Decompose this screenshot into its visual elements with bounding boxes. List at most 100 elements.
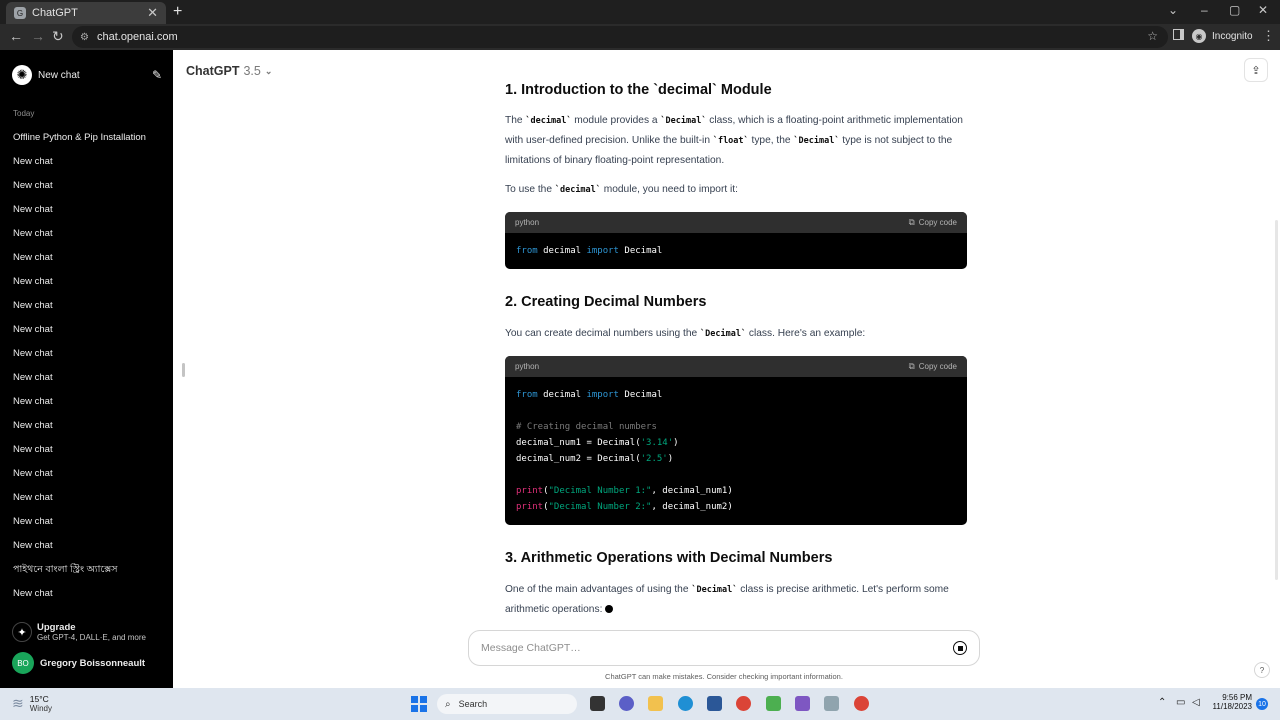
- code-comment: # Creating decimal numbers: [516, 422, 657, 432]
- weather-widget[interactable]: ≋ 15°C Windy: [12, 694, 52, 713]
- text: The: [505, 115, 526, 126]
- incognito-icon: ◉: [1192, 29, 1206, 43]
- chat-history-item[interactable]: New chat: [0, 270, 173, 294]
- chat-history-item[interactable]: New chat: [0, 462, 173, 486]
- sidebar-section-today: Today: [13, 109, 35, 118]
- forward-icon[interactable]: →: [31, 28, 45, 44]
- text: module provides a: [571, 115, 661, 126]
- scrollbar[interactable]: [1275, 220, 1278, 580]
- clock-date: 11/18/2023: [1212, 702, 1252, 711]
- upgrade-title: Upgrade: [37, 622, 76, 633]
- network-icon[interactable]: ▭: [1176, 697, 1185, 708]
- site-info-icon[interactable]: ⚙: [80, 32, 89, 43]
- chat-history-item[interactable]: New chat: [0, 318, 173, 342]
- inline-code: `Decimal`: [691, 585, 738, 595]
- chat-history-item[interactable]: New chat: [0, 390, 173, 414]
- code-header: python ⧉ Copy code: [505, 356, 967, 377]
- tab-search-icon[interactable]: ⌄: [1168, 3, 1178, 17]
- new-tab-button[interactable]: +: [173, 3, 182, 21]
- code-text: decimal_num1 = Decimal(: [516, 438, 641, 448]
- inline-code: `Decimal`: [793, 136, 840, 146]
- minimize-icon[interactable]: –: [1201, 3, 1208, 17]
- message-input[interactable]: [481, 642, 953, 654]
- incognito-indicator[interactable]: ◉ Incognito: [1192, 29, 1253, 43]
- code-function: print: [516, 486, 544, 496]
- chat-history-item[interactable]: New chat: [0, 174, 173, 198]
- new-chat-button[interactable]: ✺ New chat ✎: [12, 64, 162, 86]
- task-view-icon[interactable]: [590, 696, 605, 711]
- sidebar-toggle-handle[interactable]: [182, 363, 185, 377]
- browser-tab-bar: G ChatGPT ✕ + ⌄ – ▢ ✕: [0, 0, 1280, 24]
- side-panel-icon[interactable]: [1173, 29, 1184, 40]
- copy-code-button[interactable]: ⧉ Copy code: [909, 361, 957, 372]
- chat-history-item[interactable]: Offline Python & Pip Installation: [0, 126, 173, 150]
- edge-icon[interactable]: [678, 696, 693, 711]
- taskbar-search[interactable]: ⌕ Search: [437, 694, 577, 714]
- stop-square: [957, 645, 963, 651]
- text: type, the: [748, 135, 794, 146]
- file-explorer-icon[interactable]: [648, 696, 663, 711]
- store-icon[interactable]: [707, 696, 722, 711]
- upgrade-button[interactable]: ✦ Upgrade Get GPT-4, DALL·E, and more: [12, 622, 146, 642]
- windows-start-icon[interactable]: [411, 696, 427, 712]
- code-language: python: [515, 362, 540, 371]
- chat-history-item[interactable]: New chat: [0, 438, 173, 462]
- user-name: Gregory Boissonneault: [40, 657, 146, 669]
- chat-history-item[interactable]: New chat: [0, 222, 173, 246]
- chat-history-item[interactable]: New chat: [0, 486, 173, 510]
- text: You can create decimal numbers using the: [505, 328, 700, 339]
- tab-chatgpt[interactable]: G ChatGPT ✕: [6, 2, 166, 24]
- notification-badge[interactable]: 10: [1256, 698, 1268, 710]
- chat-history-item[interactable]: New chat: [0, 414, 173, 438]
- app-icon[interactable]: [824, 696, 839, 711]
- user-menu[interactable]: BO Gregory Boissonneault: [12, 652, 145, 674]
- back-icon[interactable]: ←: [9, 28, 23, 44]
- address-bar[interactable]: ⚙ chat.openai.com ☆: [72, 26, 1168, 48]
- sidebar: ✺ New chat ✎ Today Offline Python & Pip …: [0, 50, 173, 688]
- url-text: chat.openai.com: [96, 31, 178, 43]
- chrome-icon[interactable]: [736, 696, 751, 711]
- tab-close-icon[interactable]: ✕: [147, 5, 158, 21]
- stop-icon[interactable]: [953, 641, 967, 655]
- copy-code-button[interactable]: ⧉ Copy code: [909, 217, 957, 228]
- code-text: decimal_num2 = Decimal(: [516, 454, 641, 464]
- disclaimer: ChatGPT can make mistakes. Consider chec…: [605, 672, 843, 681]
- chat-history-item[interactable]: New chat: [0, 366, 173, 390]
- share-icon[interactable]: ⇪: [1244, 58, 1268, 82]
- volume-icon[interactable]: ◁: [1192, 697, 1200, 708]
- help-icon[interactable]: ?: [1254, 662, 1270, 678]
- browser-menu-icon[interactable]: ⋮: [1262, 28, 1275, 44]
- chat-history-item[interactable]: পাইথনে বাংলা স্ট্রিং অ্যাক্সেস: [0, 558, 173, 582]
- reload-icon[interactable]: ↻: [52, 28, 64, 45]
- tray-chevron-icon[interactable]: ⌃: [1158, 697, 1166, 708]
- chrome-active-icon[interactable]: [854, 696, 869, 711]
- app-icon[interactable]: [766, 696, 781, 711]
- chat-app-icon[interactable]: [619, 696, 634, 711]
- model-selector[interactable]: ChatGPT 3.5 ⌄: [186, 64, 272, 78]
- paragraph: The `decimal` module provides a `Decimal…: [505, 111, 967, 170]
- chat-history-item[interactable]: New chat: [0, 534, 173, 558]
- chat-history-item[interactable]: New chat: [0, 342, 173, 366]
- inline-code: `Decimal`: [700, 329, 747, 339]
- chat-history-item[interactable]: New chat: [0, 294, 173, 318]
- bookmark-star-icon[interactable]: ☆: [1147, 29, 1158, 43]
- chat-history-item[interactable]: New chat: [0, 246, 173, 270]
- paragraph: You can create decimal numbers using the…: [505, 324, 967, 344]
- chat-main: ChatGPT 3.5 ⌄ ⇪ 1. Introduction to the `…: [173, 50, 1280, 688]
- system-clock[interactable]: 9:56 PM 11/18/2023: [1210, 693, 1252, 711]
- code-text: , decimal_num1): [651, 486, 733, 496]
- window-close-icon[interactable]: ✕: [1258, 3, 1268, 17]
- sparkle-icon: ✦: [12, 622, 32, 642]
- maximize-icon[interactable]: ▢: [1229, 3, 1240, 17]
- code-content: from decimal import Decimal: [505, 233, 967, 269]
- copy-icon: ⧉: [908, 217, 915, 227]
- chat-history-item[interactable]: New chat: [0, 510, 173, 534]
- text: module, you need to import it:: [600, 184, 738, 195]
- chat-history-item[interactable]: New chat: [0, 582, 173, 606]
- chat-history-item[interactable]: New chat: [0, 198, 173, 222]
- edit-icon[interactable]: ✎: [152, 68, 162, 82]
- app-icon[interactable]: [795, 696, 810, 711]
- chat-history-item[interactable]: New chat: [0, 150, 173, 174]
- section-heading: 1. Introduction to the `decimal` Module: [505, 82, 772, 98]
- code-string: '2.5': [640, 454, 668, 464]
